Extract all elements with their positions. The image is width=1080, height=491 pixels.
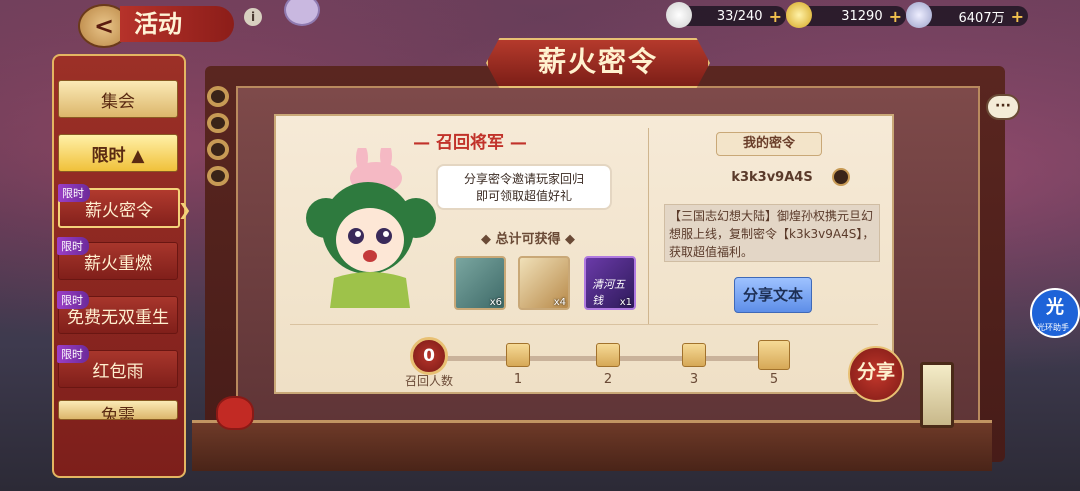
coin-icon xyxy=(207,86,229,107)
milestone-label: 5 xyxy=(769,372,779,387)
limited-tag: 限时 xyxy=(57,237,89,255)
coin-icon xyxy=(207,139,229,160)
coin-icon xyxy=(207,165,229,186)
reward-chest-icon[interactable] xyxy=(682,343,706,367)
reward-chest-icon[interactable] xyxy=(506,343,530,367)
menu-item-limited[interactable]: 限时 ▲ xyxy=(58,134,178,172)
menu-item-xinhuo-code[interactable]: 限时 薪火密令 xyxy=(58,184,180,228)
coin-icon xyxy=(906,2,932,28)
character-illustration xyxy=(306,148,436,308)
milestone-label: 3 xyxy=(689,372,699,387)
reward-chest-icon[interactable] xyxy=(758,340,790,370)
coin-icon xyxy=(207,112,229,133)
menu-item-gathering[interactable]: 集会 xyxy=(58,80,178,118)
my-code-title: 我的密令 xyxy=(716,132,822,156)
menu-item-free-rebirth[interactable]: 限时 免费无双重生 xyxy=(57,291,178,334)
total-rewards-label: ◆ 总计可获得 ◆ xyxy=(480,232,576,247)
coin-rail xyxy=(200,86,236,186)
frame-base xyxy=(192,420,992,471)
page-title: 活动 xyxy=(120,6,234,42)
gold-ingot-icon xyxy=(786,2,812,28)
recall-general-title: — 召回将军 — xyxy=(413,133,527,153)
add-coin-button[interactable]: + xyxy=(1011,7,1024,26)
lantern-icon xyxy=(920,362,954,428)
menu-item-red-envelope[interactable]: 限时 红包雨 xyxy=(57,345,178,388)
code-value: k3k3v9A4S xyxy=(731,170,813,185)
panel-title: 薪火密令 xyxy=(486,38,710,88)
recall-count-badge: 0 xyxy=(410,337,448,375)
limited-tag: 限时 xyxy=(57,291,89,309)
resource-gold: 31290 + xyxy=(786,2,906,28)
resource-coin: 6407万 + xyxy=(906,2,1028,28)
limited-tag: 限时 xyxy=(58,184,90,202)
chevron-right-icon: ❯ xyxy=(178,200,192,219)
reward-item-1[interactable]: x6 xyxy=(454,256,506,310)
info-icon[interactable]: i xyxy=(244,8,262,26)
menu-item-partial[interactable]: 兔需 xyxy=(58,400,178,420)
chat-icon[interactable]: ··· xyxy=(986,94,1020,120)
share-button[interactable]: 分享 xyxy=(848,346,904,402)
reward-item-3[interactable]: 清河五钱 x1 xyxy=(584,256,636,310)
add-stamina-button[interactable]: + xyxy=(769,7,782,26)
helper-label: 光环助手 xyxy=(1037,323,1069,332)
reward-chest-icon[interactable] xyxy=(596,343,620,367)
divider-vertical xyxy=(648,128,649,324)
stamina-icon xyxy=(666,2,692,28)
milestone-label: 2 xyxy=(603,372,613,387)
recall-count-label: 召回人数 xyxy=(404,374,453,388)
speech-bubble: 分享密令邀请玩家回归 即可领取超值好礼 xyxy=(436,164,612,210)
code-description: 【三国志幻想大陆】御煌孙权携元旦幻想服上线，复制密令【k3k3v9A4S】，获取… xyxy=(664,204,880,262)
milestone-label: 1 xyxy=(513,372,523,387)
add-gold-button[interactable]: + xyxy=(889,7,902,26)
copy-icon[interactable] xyxy=(832,168,850,186)
lucky-bag-icon[interactable] xyxy=(216,396,254,430)
menu-item-xinhuo-reignite[interactable]: 限时 薪火重燃 xyxy=(57,237,178,280)
share-text-button[interactable]: 分享文本 xyxy=(734,277,812,313)
divider-horizontal xyxy=(290,324,878,325)
limited-tag: 限时 xyxy=(57,345,89,363)
resource-stamina: 33/240 + xyxy=(666,2,786,28)
reward-item-2[interactable]: x4 xyxy=(518,256,570,310)
